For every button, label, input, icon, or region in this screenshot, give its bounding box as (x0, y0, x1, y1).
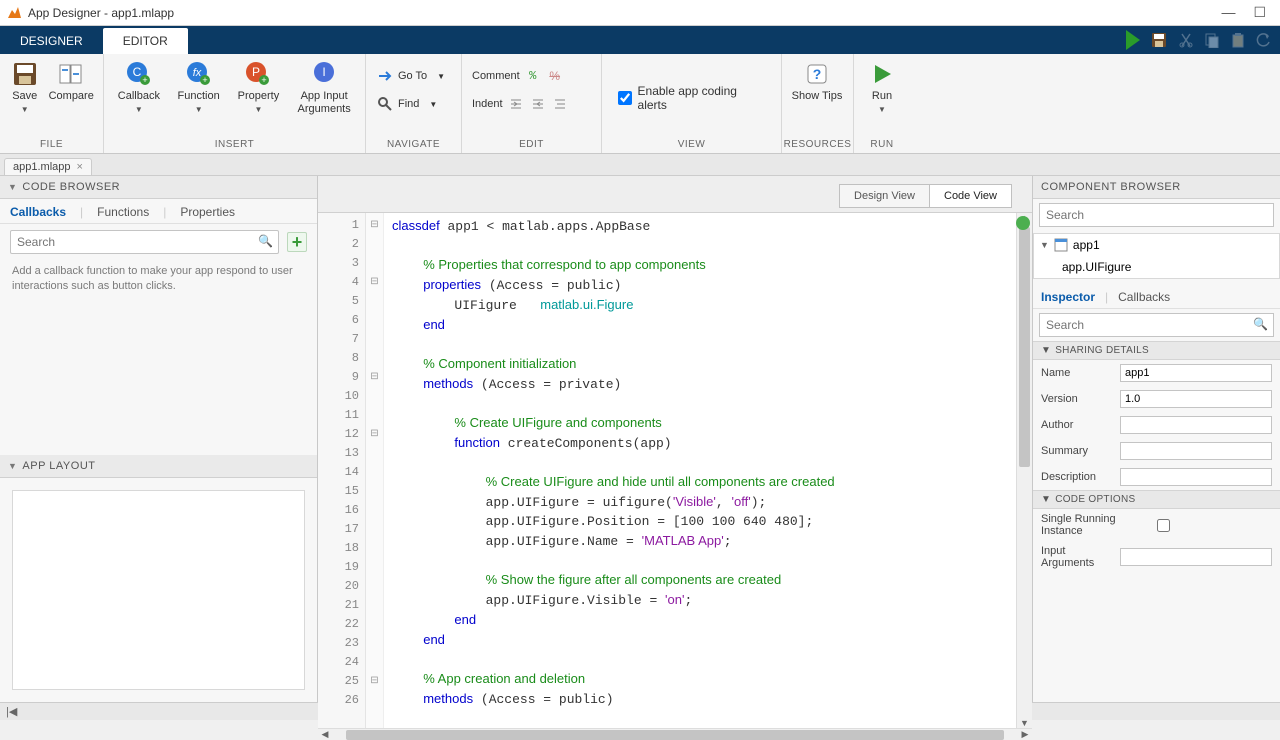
prop-input-arguments-input[interactable] (1120, 548, 1272, 566)
group-label-navigate: NAVIGATE (366, 137, 461, 153)
codebrowser-search-input[interactable] (10, 230, 279, 254)
inspector-search-input[interactable] (1039, 313, 1274, 337)
svg-text:I: I (322, 65, 325, 79)
tab-editor[interactable]: EDITOR (103, 28, 188, 54)
component-search-input[interactable] (1039, 203, 1274, 227)
maximize-icon[interactable]: ☐ (1253, 4, 1266, 21)
search-icon: 🔍 (1253, 317, 1268, 331)
svg-text:fx: fx (192, 67, 201, 79)
svg-text:C: C (133, 65, 142, 79)
comment-button[interactable]: Comment % % (468, 64, 573, 88)
window-title: App Designer - app1.mlapp (28, 6, 174, 20)
code-browser-header[interactable]: ▼CODE BROWSER (0, 176, 317, 199)
search-icon: 🔍 (258, 234, 273, 248)
callback-button[interactable]: C+ Callback ▼ (110, 58, 168, 116)
group-label-insert: INSERT (104, 137, 365, 153)
main-tabstrip: DESIGNER EDITOR (0, 26, 1280, 54)
inspector-tab[interactable]: Inspector (1041, 290, 1095, 304)
horizontal-scrollbar[interactable]: ◀▶ (318, 728, 1032, 740)
save-button[interactable]: Save ▼ (6, 58, 43, 116)
prop-name-input[interactable] (1120, 364, 1272, 382)
tree-node-app1[interactable]: ▼app1 (1034, 234, 1279, 256)
close-file-icon[interactable]: × (77, 161, 83, 173)
prop-single-instance-checkbox[interactable] (1157, 519, 1170, 532)
component-tree: ▼app1 app.UIFigure (1033, 233, 1280, 279)
group-label-run: RUN (854, 137, 910, 153)
enable-coding-alerts-checkbox[interactable]: Enable app coding alerts (608, 84, 775, 112)
goto-start-icon[interactable]: |◀ (6, 705, 17, 718)
quick-access-toolbar (1126, 26, 1280, 54)
minimize-icon[interactable]: — (1221, 4, 1235, 21)
document-tabs: app1.mlapp × (0, 154, 1280, 176)
prop-description-input[interactable] (1120, 468, 1272, 486)
inspector-callbacks-tab[interactable]: Callbacks (1118, 290, 1170, 304)
svg-text:+: + (202, 75, 207, 85)
svg-text:?: ? (813, 66, 822, 82)
svg-text:+: + (142, 75, 147, 85)
show-tips-button[interactable]: ? Show Tips (788, 58, 846, 105)
tab-designer[interactable]: DESIGNER (0, 28, 103, 54)
tree-node-uifigure[interactable]: app.UIFigure (1034, 256, 1279, 278)
title-bar: App Designer - app1.mlapp — ☐ (0, 0, 1280, 26)
codebrowser-tab-properties[interactable]: Properties (180, 205, 235, 219)
component-browser-header[interactable]: COMPONENT BROWSER (1033, 176, 1280, 199)
app-input-arguments-button[interactable]: I App Input Arguments (289, 58, 359, 117)
code-editor[interactable]: 1234567891011121314151617181920212223242… (318, 212, 1032, 728)
comment-add-icon[interactable]: % (524, 67, 542, 85)
find-button[interactable]: Find▼ (372, 92, 449, 116)
indent-left-icon[interactable] (529, 95, 547, 113)
run-button[interactable]: Run ▼ (860, 58, 904, 116)
function-button[interactable]: fx+ Function ▼ (170, 58, 228, 116)
codebrowser-tab-functions[interactable]: Functions (97, 205, 149, 219)
group-label-edit: EDIT (462, 137, 601, 153)
prop-author-input[interactable] (1120, 416, 1272, 434)
prop-version-input[interactable] (1120, 390, 1272, 408)
add-callback-button[interactable]: + (287, 232, 307, 252)
matlab-logo-icon (6, 5, 22, 21)
undo-quick-icon[interactable] (1256, 32, 1272, 48)
app-layout-preview[interactable] (12, 490, 305, 690)
compare-button[interactable]: Compare (45, 58, 97, 105)
group-label-file: FILE (0, 137, 103, 153)
property-button[interactable]: P+ Property ▼ (230, 58, 288, 116)
codebrowser-tab-callbacks[interactable]: Callbacks (10, 205, 66, 219)
svg-text:P: P (252, 65, 260, 79)
copy-quick-icon[interactable] (1204, 32, 1220, 48)
vertical-scrollbar[interactable]: ▲ ▼ (1016, 213, 1032, 728)
section-code-options[interactable]: ▼CODE OPTIONS (1033, 490, 1280, 509)
indent-right-icon[interactable] (507, 95, 525, 113)
paste-quick-icon[interactable] (1230, 32, 1246, 48)
goto-button[interactable]: Go To▼ (372, 64, 449, 88)
svg-text:+: + (262, 75, 267, 85)
prop-summary-input[interactable] (1120, 442, 1272, 460)
ribbon: Save ▼ Compare FILE C+ Callback ▼ fx+ Fu… (0, 54, 1280, 154)
group-label-view: VIEW (602, 137, 781, 153)
app-icon (1054, 238, 1068, 252)
callback-hint: Add a callback function to make your app… (0, 260, 317, 298)
file-tab-app1[interactable]: app1.mlapp × (4, 158, 92, 175)
app-layout-header[interactable]: ▼APP LAYOUT (0, 455, 317, 478)
indent-button[interactable]: Indent (468, 92, 573, 116)
run-quick-icon[interactable] (1126, 30, 1140, 50)
design-view-button[interactable]: Design View (840, 185, 929, 207)
group-label-resources: RESOURCES (782, 137, 853, 153)
code-view-button[interactable]: Code View (929, 185, 1011, 207)
view-toggle: Design View Code View (839, 184, 1012, 208)
cut-quick-icon[interactable] (1178, 32, 1194, 48)
comment-remove-icon[interactable]: % (546, 67, 564, 85)
section-sharing-details[interactable]: ▼SHARING DETAILS (1033, 341, 1280, 360)
code-status-ok-icon (1016, 216, 1030, 230)
save-quick-icon[interactable] (1150, 31, 1168, 49)
indent-auto-icon[interactable] (551, 95, 569, 113)
